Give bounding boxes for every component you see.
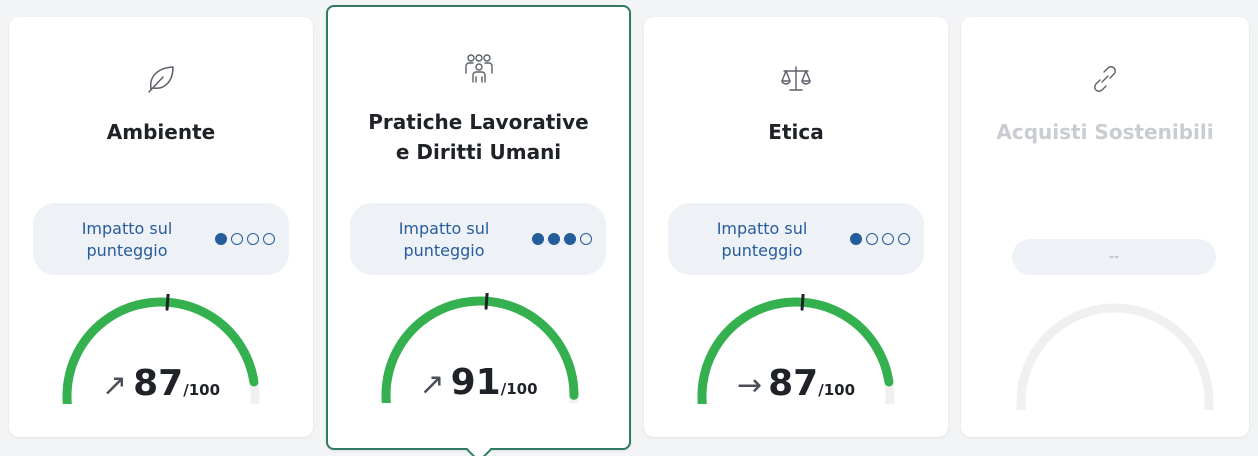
chain-link-icon bbox=[1087, 61, 1123, 97]
gauge-marker bbox=[165, 294, 170, 311]
impact-dot-filled bbox=[850, 233, 862, 245]
impact-dot-empty bbox=[580, 233, 592, 245]
score-value: 87 bbox=[133, 363, 184, 404]
impact-pill: Impatto sul punteggio bbox=[350, 203, 606, 275]
impact-label: Impatto sul punteggio bbox=[398, 219, 490, 260]
card-ambiente[interactable]: Ambiente Impatto sul punteggio ↗ 87/100 bbox=[9, 17, 313, 437]
score-value: 87 bbox=[768, 363, 819, 404]
impact-dot-filled bbox=[564, 233, 576, 245]
gauge-marker bbox=[800, 294, 805, 311]
card-title: Ambiente bbox=[106, 120, 216, 144]
card-etica[interactable]: Etica Impatto sul punteggio → 87/100 bbox=[644, 17, 948, 437]
score-display: → 87/100 bbox=[644, 363, 948, 404]
impact-dots bbox=[850, 233, 910, 245]
impact-dot-filled bbox=[532, 233, 544, 245]
card-title: Pratiche Lavorative e Diritti Umani bbox=[368, 110, 589, 164]
people-group-icon bbox=[461, 51, 497, 87]
impact-pill: Impatto sul punteggio bbox=[668, 203, 924, 275]
card-pratiche-lavorative[interactable]: Pratiche Lavorative e Diritti Umani Impa… bbox=[326, 5, 631, 456]
impact-label: Impatto sul punteggio bbox=[716, 219, 808, 260]
score-max: /100 bbox=[500, 380, 538, 398]
impact-dot-filled bbox=[548, 233, 560, 245]
impact-dot-empty bbox=[882, 233, 894, 245]
score-max: /100 bbox=[818, 381, 856, 399]
card-title: Acquisti Sostenibili bbox=[996, 120, 1214, 144]
trend-up-icon: ↗ bbox=[101, 368, 128, 403]
impact-label: Impatto sul punteggio bbox=[81, 219, 173, 260]
score-max: /100 bbox=[183, 381, 221, 399]
impact-dot-empty bbox=[247, 233, 259, 245]
gauge-track bbox=[1016, 303, 1214, 410]
trend-flat-icon: → bbox=[736, 368, 763, 403]
impact-pill: Impatto sul punteggio bbox=[33, 203, 289, 275]
impact-dot-empty bbox=[263, 233, 275, 245]
card-acquisti-sostenibili[interactable]: Acquisti Sostenibili -- bbox=[961, 17, 1249, 437]
impact-dot-empty bbox=[866, 233, 878, 245]
leaf-icon bbox=[143, 61, 179, 97]
score-display: ↗ 87/100 bbox=[9, 363, 313, 404]
score-display: ↗ 91/100 bbox=[328, 362, 629, 403]
impact-placeholder: -- bbox=[1012, 239, 1216, 275]
impact-dots bbox=[532, 233, 592, 245]
impact-dot-filled bbox=[215, 233, 227, 245]
gauge-marker bbox=[484, 293, 489, 310]
impact-dot-empty bbox=[231, 233, 243, 245]
selected-pointer bbox=[465, 437, 492, 456]
trend-up-icon: ↗ bbox=[419, 367, 445, 402]
score-value: 91 bbox=[450, 362, 501, 403]
scales-icon bbox=[778, 61, 814, 97]
impact-dots bbox=[215, 233, 275, 245]
impact-dot-empty bbox=[898, 233, 910, 245]
card-title: Etica bbox=[768, 120, 824, 144]
empty-gauge bbox=[1016, 303, 1214, 410]
